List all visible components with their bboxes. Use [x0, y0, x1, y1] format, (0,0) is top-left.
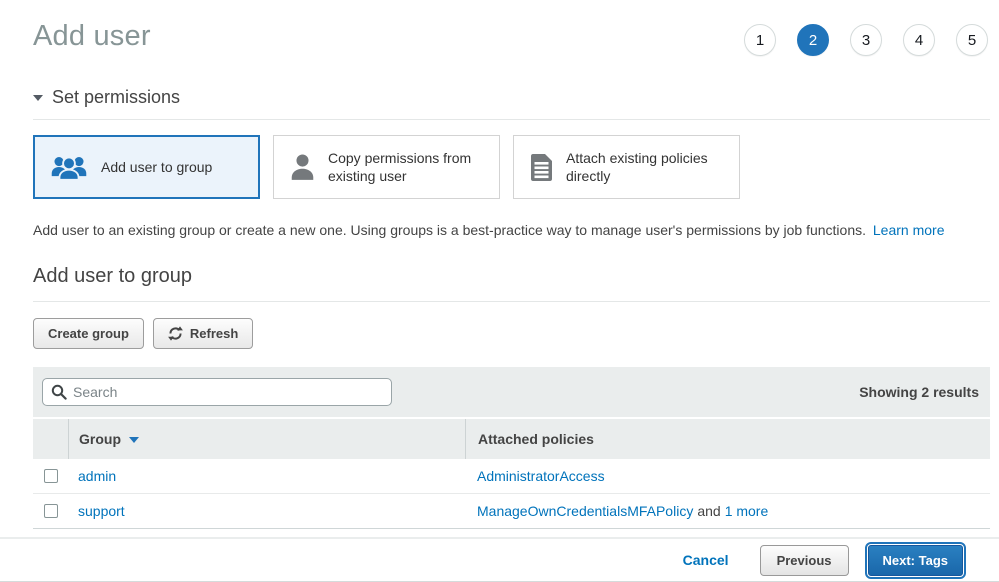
row-checkbox-cell	[33, 469, 68, 483]
row-checkbox-cell	[33, 504, 68, 518]
learn-more-link[interactable]: Learn more	[873, 222, 945, 238]
attached-policies-column-header: Attached policies	[465, 419, 990, 459]
create-group-label: Create group	[48, 326, 129, 341]
group-column-header[interactable]: Group	[68, 419, 465, 459]
previous-button[interactable]: Previous	[760, 545, 849, 576]
cancel-link[interactable]: Cancel	[683, 552, 729, 568]
single-user-icon	[289, 153, 316, 181]
wizard-footer: Cancel Previous Next: Tags	[0, 537, 999, 582]
group-link[interactable]: support	[78, 503, 125, 519]
group-cell: support	[68, 503, 465, 519]
table-row: admin AdministratorAccess	[33, 459, 990, 494]
card-copy-permissions[interactable]: Copy permissions from existing user	[273, 135, 500, 199]
search-box	[42, 378, 392, 406]
card-add-user-to-group[interactable]: Add user to group	[33, 135, 260, 199]
policy-suffix: and	[697, 503, 720, 519]
set-permissions-toggle[interactable]: Set permissions	[33, 87, 990, 108]
search-input[interactable]	[42, 378, 392, 406]
step-5[interactable]: 5	[956, 24, 988, 56]
group-header-label: Group	[79, 431, 121, 447]
policies-cell: AdministratorAccess	[465, 468, 990, 484]
search-icon	[51, 384, 67, 400]
refresh-icon	[168, 326, 183, 341]
table-header-row: Group Attached policies	[33, 419, 990, 459]
page-header: Add user 1 2 3 4 5	[33, 0, 990, 56]
step-2-active[interactable]: 2	[797, 24, 829, 56]
divider	[33, 301, 990, 302]
groups-table: Showing 2 results Group Attached policie…	[33, 367, 990, 529]
divider	[33, 119, 990, 120]
set-permissions-title: Set permissions	[52, 87, 180, 108]
next-tags-button[interactable]: Next: Tags	[868, 545, 964, 576]
step-3[interactable]: 3	[850, 24, 882, 56]
policies-cell: ManageOwnCredentialsMFAPolicy and 1 more	[465, 503, 990, 519]
select-all-cell	[33, 419, 68, 459]
collapse-triangle-icon	[33, 95, 43, 101]
card-label: Add user to group	[101, 158, 212, 176]
results-count: Showing 2 results	[859, 384, 979, 400]
more-policies-link[interactable]: 1 more	[725, 503, 769, 519]
sort-descending-icon	[129, 437, 139, 443]
permission-option-cards: Add user to group Copy permissions from …	[33, 135, 990, 199]
wizard-steps: 1 2 3 4 5	[744, 24, 988, 56]
section-description: Add user to an existing group or create …	[33, 222, 990, 238]
row-checkbox[interactable]	[44, 469, 58, 483]
row-checkbox[interactable]	[44, 504, 58, 518]
table-toolbar: Showing 2 results	[33, 367, 990, 417]
card-label: Copy permissions from existing user	[328, 149, 488, 185]
group-section-title: Add user to group	[33, 265, 990, 288]
group-link[interactable]: admin	[78, 468, 116, 484]
table-row: support ManageOwnCredentialsMFAPolicy an…	[33, 494, 990, 529]
step-4[interactable]: 4	[903, 24, 935, 56]
policies-header-label: Attached policies	[478, 431, 594, 447]
group-cell: admin	[68, 468, 465, 484]
policy-link[interactable]: AdministratorAccess	[477, 468, 605, 484]
refresh-label: Refresh	[190, 326, 238, 341]
refresh-button[interactable]: Refresh	[153, 318, 253, 349]
group-actions: Create group Refresh	[33, 318, 990, 349]
policy-link[interactable]: ManageOwnCredentialsMFAPolicy	[477, 503, 693, 519]
step-1[interactable]: 1	[744, 24, 776, 56]
policy-document-icon	[529, 153, 554, 182]
card-label: Attach existing policies directly	[566, 149, 726, 185]
page-title: Add user	[33, 20, 151, 53]
description-text: Add user to an existing group or create …	[33, 222, 866, 238]
create-group-button[interactable]: Create group	[33, 318, 144, 349]
user-group-icon	[49, 153, 89, 181]
card-attach-policies[interactable]: Attach existing policies directly	[513, 135, 740, 199]
